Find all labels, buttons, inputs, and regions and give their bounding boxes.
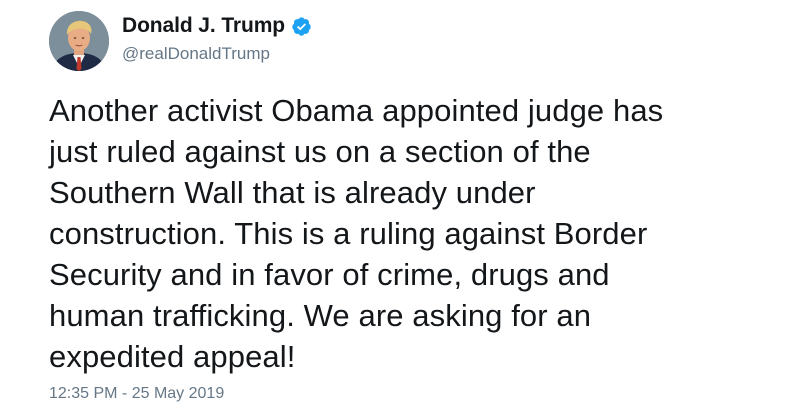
- display-name[interactable]: Donald J. Trump: [122, 14, 285, 38]
- timestamp[interactable]: 12:35 PM - 25 May 2019: [49, 385, 224, 403]
- verified-badge-icon: [291, 16, 312, 37]
- author-name-row: Donald J. Trump: [122, 12, 312, 40]
- tweet-text: Another activist Obama appointed judge h…: [49, 93, 664, 374]
- tweet-card: Donald J. Trump @realDonaldTrump Another…: [0, 0, 798, 420]
- profile-photo-icon: [49, 11, 109, 71]
- handle[interactable]: @realDonaldTrump: [122, 44, 270, 64]
- avatar[interactable]: [49, 11, 109, 71]
